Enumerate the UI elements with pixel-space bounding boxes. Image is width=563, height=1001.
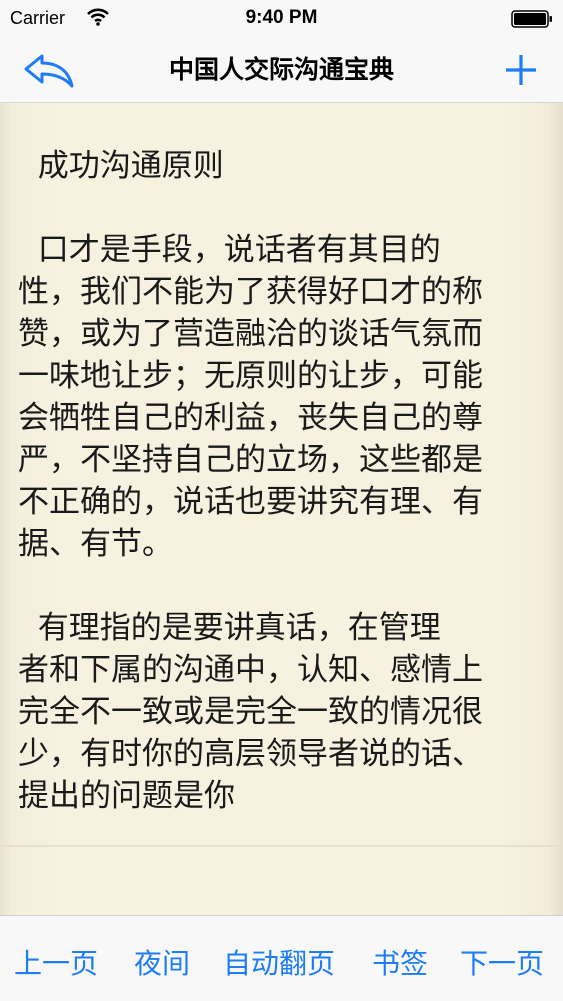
night-mode-button[interactable]: 夜间 bbox=[134, 942, 190, 982]
plus-icon bbox=[506, 55, 536, 85]
article-line: 者和下属的沟通中，认知、感情上 bbox=[18, 652, 483, 688]
article-line: 一味地让步；无原则的让步，可能 bbox=[18, 358, 483, 394]
add-button[interactable] bbox=[501, 50, 541, 90]
article-line bbox=[18, 565, 550, 607]
article-line: 严，不坚持自己的立场，这些都是 bbox=[18, 442, 483, 478]
article-line: 完全不一致或是完全一致的情况很 bbox=[18, 694, 483, 730]
auto-flip-button[interactable]: 自动翻页 bbox=[223, 942, 335, 982]
article-line: 少，有时你的高层领导者说的话、 bbox=[18, 736, 483, 772]
article-line: 口才是手段，说话者有其目的 bbox=[18, 232, 441, 268]
article-line bbox=[18, 187, 550, 229]
article-text: 成功沟通原则 口才是手段，说话者有其目的性，我们不能为了获得好口才的称 赞，或为了… bbox=[18, 145, 550, 817]
bookmark-button[interactable]: 书签 bbox=[372, 942, 428, 982]
article-line: 赞，或为了营造融洽的谈话气氛而 bbox=[18, 316, 483, 352]
article-line: 提出的问题是你 bbox=[18, 778, 235, 814]
article-line: 性，我们不能为了获得好口才的称 bbox=[18, 274, 483, 310]
article-line: 不正确的，说话也要讲究有理、有 bbox=[18, 484, 483, 520]
article-line: 成功沟通原则 bbox=[18, 148, 224, 184]
page-title: 中国人交际沟通宝典 bbox=[168, 55, 394, 84]
bottom-toolbar: 上一页 夜间 自动翻页 书签 下一页 bbox=[0, 915, 563, 1001]
back-button[interactable] bbox=[22, 50, 76, 90]
page-divider bbox=[0, 845, 563, 847]
article-line: 会牺牲自己的利益，丧失自己的尊 bbox=[18, 400, 483, 436]
nav-bar: 中国人交际沟通宝典 bbox=[0, 38, 563, 103]
article-line: 有理指的是要讲真话，在管理 bbox=[18, 610, 441, 646]
battery-icon bbox=[511, 10, 552, 28]
article-line: 据、有节。 bbox=[18, 526, 173, 562]
reading-page[interactable]: 成功沟通原则 口才是手段，说话者有其目的性，我们不能为了获得好口才的称 赞，或为了… bbox=[0, 103, 563, 915]
status-bar: Carrier 9:40 PM bbox=[0, 0, 563, 38]
reply-arrow-icon bbox=[24, 54, 74, 88]
next-page-button[interactable]: 下一页 bbox=[460, 942, 544, 982]
prev-page-button[interactable]: 上一页 bbox=[14, 942, 98, 982]
status-time: 9:40 PM bbox=[245, 7, 318, 28]
